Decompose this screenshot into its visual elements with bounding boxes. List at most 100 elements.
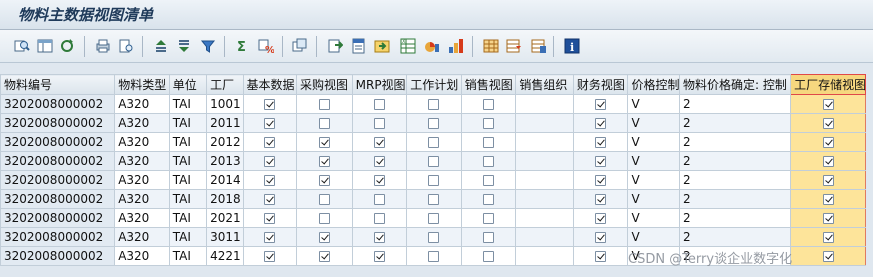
type-cell[interactable]: A320 [114,151,170,171]
material-cell[interactable]: 3202008000002 [0,113,116,133]
col-header-material[interactable]: 物料编号 [0,74,116,95]
sales-org-cell[interactable] [515,170,574,190]
unit-cell[interactable]: TAI [168,151,208,171]
material-cell[interactable]: 3202008000002 [0,227,116,247]
purchasing-view-checkbox[interactable] [318,155,330,167]
type-cell[interactable]: A320 [114,227,170,247]
plant-storage-checkbox[interactable] [822,250,834,262]
spreadsheet-button[interactable]: X [399,37,417,55]
price-control-cell[interactable]: V [627,132,680,152]
table-row[interactable]: 3202008000002 A320 TAI 1001 V 2 [0,94,866,114]
unit-cell[interactable]: TAI [168,113,208,133]
plant-storage-checkbox[interactable] [822,231,834,243]
sales-view-checkbox[interactable] [483,155,495,167]
sales-org-cell[interactable] [515,227,574,247]
sales-org-cell[interactable] [515,94,574,114]
sales-view-checkbox[interactable] [483,117,495,129]
plant-cell[interactable]: 2012 [206,132,244,152]
mrp-view-checkbox[interactable] [373,155,385,167]
price-determination-cell[interactable]: 2 [678,227,792,247]
type-cell[interactable]: A320 [114,246,170,266]
sales-view-checkbox[interactable] [483,212,495,224]
purchasing-view-checkbox[interactable] [318,117,330,129]
sort-ascending-button[interactable] [152,37,170,55]
change-layout-button[interactable] [482,37,500,55]
material-cell[interactable]: 3202008000002 [0,246,116,266]
table-row[interactable]: 3202008000002 A320 TAI 2012 V 2 [0,132,866,152]
work-plan-checkbox[interactable] [428,193,440,205]
select-layout-button[interactable] [36,37,54,55]
finance-view-checkbox[interactable] [595,231,607,243]
choose-layout-button[interactable] [505,37,523,55]
sales-org-cell[interactable] [515,132,574,152]
basic-data-checkbox[interactable] [264,174,276,186]
sales-view-checkbox[interactable] [483,231,495,243]
sales-view-checkbox[interactable] [483,250,495,262]
work-plan-checkbox[interactable] [428,174,440,186]
price-determination-cell[interactable]: 2 [678,132,792,152]
purchasing-view-checkbox[interactable] [318,174,330,186]
price-control-cell[interactable]: V [627,208,680,228]
sales-view-checkbox[interactable] [483,98,495,110]
material-cell[interactable]: 3202008000002 [0,208,116,228]
save-layout-button[interactable] [530,37,548,55]
sales-view-checkbox[interactable] [483,136,495,148]
print-preview-button[interactable] [117,37,135,55]
col-header-purchasing[interactable]: 采购视图 [296,74,353,95]
price-control-cell[interactable]: V [627,227,680,247]
sales-view-checkbox[interactable] [483,193,495,205]
work-plan-checkbox[interactable] [428,231,440,243]
subtotal-button[interactable]: % [257,37,275,55]
basic-data-checkbox[interactable] [264,250,276,262]
plant-storage-checkbox[interactable] [822,136,834,148]
plant-storage-checkbox[interactable] [822,212,834,224]
mrp-view-checkbox[interactable] [373,212,385,224]
sales-org-cell[interactable] [515,208,574,228]
col-header-unit[interactable]: 单位 [168,74,208,95]
price-determination-cell[interactable]: 2 [678,94,792,114]
table-row[interactable]: 3202008000002 A320 TAI 2013 V 2 [0,151,866,171]
word-processing-button[interactable] [350,37,368,55]
plant-cell[interactable]: 4221 [206,246,244,266]
work-plan-checkbox[interactable] [428,98,440,110]
col-header-price-control[interactable]: 价格控制 [627,74,680,95]
plant-cell[interactable]: 2013 [206,151,244,171]
col-header-sales[interactable]: 销售视图 [460,74,517,95]
material-cell[interactable]: 3202008000002 [0,151,116,171]
plant-storage-checkbox[interactable] [822,155,834,167]
sales-org-cell[interactable] [515,246,574,266]
type-cell[interactable]: A320 [114,132,170,152]
purchasing-view-checkbox[interactable] [318,231,330,243]
work-plan-checkbox[interactable] [428,250,440,262]
plant-cell[interactable]: 2021 [206,208,244,228]
table-row[interactable]: 3202008000002 A320 TAI 3011 V 2 [0,227,866,247]
sum-button[interactable]: Σ [233,37,251,55]
plant-storage-checkbox[interactable] [822,117,834,129]
col-header-basic[interactable]: 基本数据 [242,74,298,95]
plant-cell[interactable]: 2018 [206,189,244,209]
refresh-button[interactable] [58,37,76,55]
table-row[interactable]: 3202008000002 A320 TAI 2021 V 2 [0,208,866,228]
table-row[interactable]: 3202008000002 A320 TAI 2011 V 2 [0,113,866,133]
unit-cell[interactable]: TAI [168,94,208,114]
purchasing-view-checkbox[interactable] [318,193,330,205]
sales-org-cell[interactable] [515,113,574,133]
price-control-cell[interactable]: V [627,94,680,114]
finance-view-checkbox[interactable] [595,136,607,148]
basic-data-checkbox[interactable] [264,117,276,129]
purchasing-view-checkbox[interactable] [318,212,330,224]
finance-view-checkbox[interactable] [595,117,607,129]
mrp-view-checkbox[interactable] [373,231,385,243]
purchasing-view-checkbox[interactable] [318,136,330,148]
basic-data-checkbox[interactable] [264,193,276,205]
plant-storage-checkbox[interactable] [822,174,834,186]
basic-data-checkbox[interactable] [264,98,276,110]
type-cell[interactable]: A320 [114,189,170,209]
col-header-finance[interactable]: 财务视图 [572,74,629,95]
finance-view-checkbox[interactable] [595,174,607,186]
mrp-view-checkbox[interactable] [373,193,385,205]
unit-cell[interactable]: TAI [168,246,208,266]
price-control-cell[interactable]: V [627,151,680,171]
price-determination-cell[interactable]: 2 [678,113,792,133]
mrp-view-checkbox[interactable] [373,250,385,262]
